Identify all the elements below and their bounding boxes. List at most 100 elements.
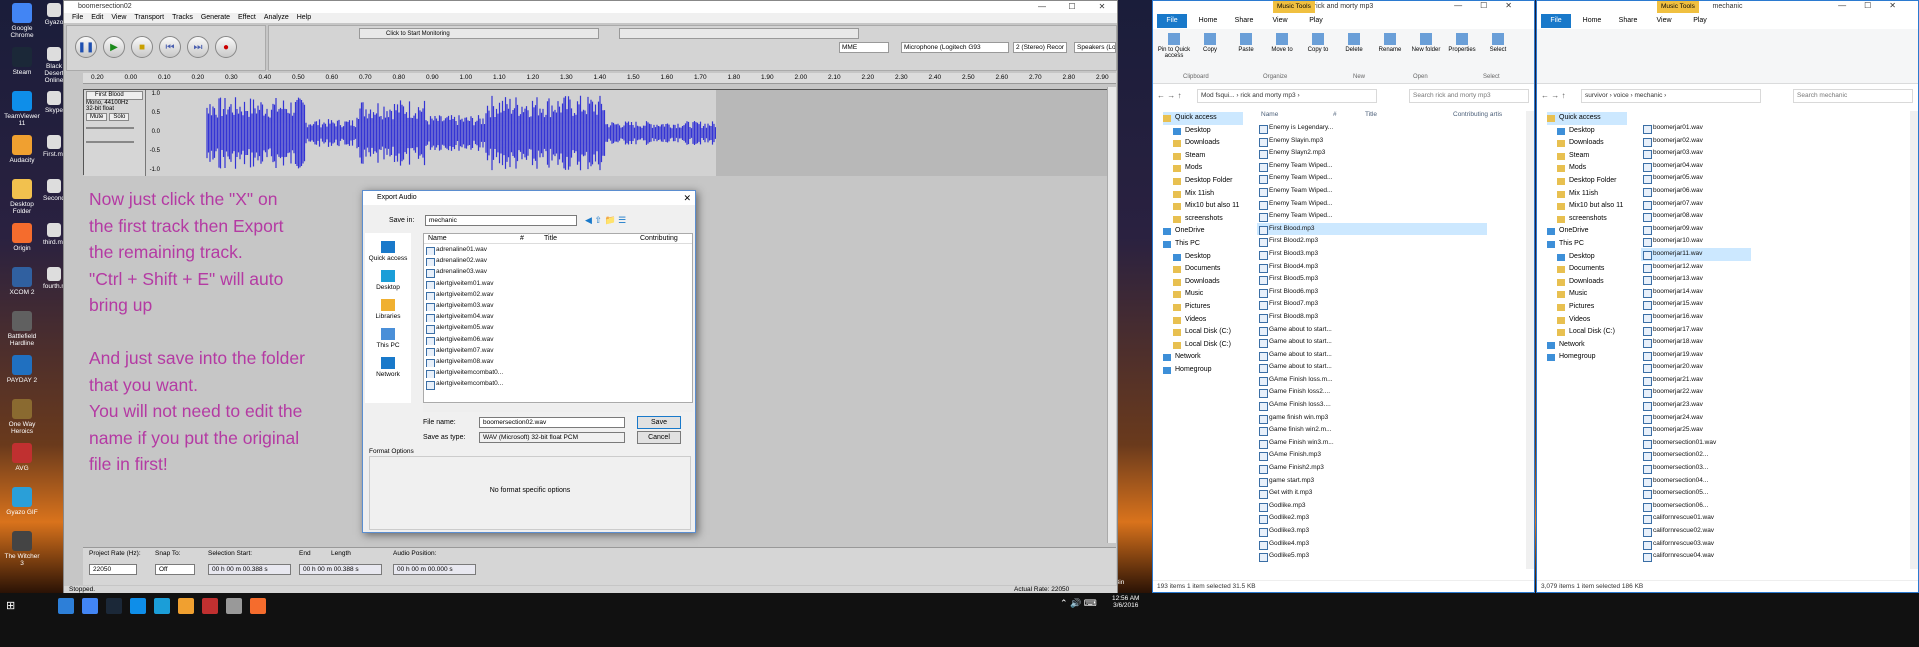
nav-item[interactable]: Mods (1547, 162, 1627, 175)
nav-item[interactable]: OneDrive (1547, 225, 1627, 238)
file-item[interactable]: californrescue02.wav (1641, 525, 1751, 538)
file-item[interactable]: First Blood6.mp3 (1257, 286, 1487, 299)
column-header[interactable]: # (520, 235, 524, 242)
gain-slider[interactable] (86, 127, 134, 129)
edit-tools[interactable] (409, 57, 504, 65)
mute-button[interactable]: Mute (86, 113, 108, 121)
save-button[interactable]: Save (637, 416, 681, 429)
window-controls-icon[interactable]: —☐✕ (1454, 1, 1530, 10)
file-item[interactable]: Enemy Team Wiped... (1257, 185, 1487, 198)
ribbon-button[interactable]: Copy (1193, 33, 1227, 53)
record-meter[interactable]: Click to Start Monitoring (359, 28, 599, 39)
desktop-icon[interactable]: Gyazo (43, 3, 65, 26)
timeline-ruler[interactable]: 0.20 0.00 0.10 0.20 0.30 0.40 0.50 0.60 0.70 0.80… (83, 73, 1116, 84)
file-item[interactable]: boomerjar09.wav (1641, 223, 1751, 236)
file-item[interactable]: Enemy Team Wiped... (1257, 172, 1487, 185)
nav-item[interactable]: Homegroup (1163, 364, 1243, 377)
taskbar-app-icon[interactable] (178, 598, 194, 614)
file-item[interactable]: californrescue03.wav (1641, 538, 1751, 551)
file-item[interactable]: Game Finish2.mp3 (1257, 462, 1487, 475)
file-item[interactable]: game start.mp3 (1257, 475, 1487, 488)
vertical-scrollbar[interactable] (1107, 87, 1116, 543)
column-header[interactable]: Title (1365, 111, 1377, 118)
ribbon-button[interactable]: New folder (1409, 33, 1443, 53)
file-item[interactable]: boomerjar20.wav (1641, 361, 1751, 374)
window-controls-icon[interactable]: —☐✕ (1838, 1, 1914, 10)
file-item[interactable]: alertgiveitem02.wav (424, 289, 692, 301)
file-item[interactable]: Game about to start... (1257, 349, 1487, 362)
taskbar-app-icon[interactable] (106, 598, 122, 614)
desktop-icon[interactable]: TeamViewer 11 (2, 91, 42, 127)
ribbon-tab[interactable]: Play (1685, 14, 1715, 28)
menu-tracks[interactable]: Tracks (172, 13, 193, 23)
nav-item[interactable]: Steam (1547, 150, 1627, 163)
file-item[interactable]: boomerjar22.wav (1641, 386, 1751, 399)
nav-item[interactable]: Desktop (1547, 251, 1627, 264)
maximize-icon[interactable]: ☐ (1057, 1, 1087, 13)
vertical-scrollbar[interactable] (1526, 111, 1534, 569)
file-item[interactable]: boomerjar11.wav (1641, 247, 1751, 261)
file-item[interactable]: boomerjar03.wav (1641, 147, 1751, 160)
desktop-icon[interactable]: Gyazo GIF (2, 487, 42, 516)
snap-select[interactable]: Off (155, 564, 195, 575)
file-item[interactable]: game finish win.mp3 (1257, 412, 1487, 425)
nav-item[interactable]: Downloads (1163, 276, 1243, 289)
desktop-icon[interactable]: PAYDAY 2 (2, 355, 42, 384)
file-item[interactable]: First Blood4.mp3 (1257, 261, 1487, 274)
file-item[interactable]: Enemy Team Wiped... (1257, 160, 1487, 173)
nav-item[interactable]: Videos (1547, 314, 1627, 327)
vertical-scrollbar[interactable] (1910, 111, 1918, 569)
host-select[interactable]: MME (839, 42, 889, 53)
system-tray-icons[interactable]: ⌃ 🔊 ⌨ (1060, 598, 1097, 609)
desktop-icon[interactable]: Google Chrome (2, 3, 42, 39)
nav-item[interactable]: Quick access (1547, 112, 1627, 125)
file-item[interactable]: Game Finish loss2.... (1257, 386, 1487, 399)
nav-item[interactable]: Network (1547, 339, 1627, 352)
nav-item[interactable]: Pictures (1547, 301, 1627, 314)
desktop-icon[interactable]: Steam (2, 47, 42, 76)
nav-arrows-icon[interactable]: ← → ↑ (1157, 91, 1181, 100)
mic-select[interactable]: Microphone (Logitech G93 (901, 42, 1009, 53)
nav-item[interactable]: Documents (1547, 263, 1627, 276)
file-item[interactable]: First Blood.mp3 (1257, 222, 1487, 236)
file-item[interactable]: boomerjar14.wav (1641, 286, 1751, 299)
column-header[interactable]: Name (428, 235, 447, 242)
nav-item[interactable]: Desktop Folder (1547, 175, 1627, 188)
audio-position-field[interactable]: 00 h 00 m 00.000 s (393, 564, 476, 575)
nav-item[interactable]: Quick access (1163, 112, 1243, 125)
taskbar-app-icon[interactable] (82, 598, 98, 614)
file-item[interactable]: Get with it.mp3 (1257, 487, 1487, 500)
file-item[interactable]: GAme Finish loss.m... (1257, 374, 1487, 387)
nav-item[interactable]: Mods (1163, 162, 1243, 175)
file-item[interactable]: boomerjar15.wav (1641, 298, 1751, 311)
file-item[interactable]: boomerjar13.wav (1641, 273, 1751, 286)
play-meter[interactable] (619, 28, 859, 39)
windows-icon[interactable]: ⊞ (6, 599, 15, 612)
menu-generate[interactable]: Generate (201, 13, 230, 23)
nav-item[interactable]: This PC (1163, 238, 1243, 251)
desktop-icon[interactable]: fourth.mp3 (43, 267, 74, 290)
file-item[interactable]: GAme Finish.mp3 (1257, 449, 1487, 462)
nav-item[interactable]: Local Disk (C:) (1163, 326, 1243, 339)
selection-start-field[interactable]: 00 h 00 m 00.388 s (208, 564, 291, 575)
file-item[interactable]: boomerjar16.wav (1641, 311, 1751, 324)
column-header[interactable]: Contributing (640, 235, 678, 242)
file-item[interactable]: adrenaline01.wav (424, 244, 692, 256)
file-item[interactable]: alertgiveitemcombat0... (424, 378, 692, 390)
nav-item[interactable]: Homegroup (1547, 351, 1627, 364)
nav-item[interactable]: Desktop (1163, 125, 1243, 138)
nav-item[interactable]: Desktop (1547, 125, 1627, 138)
audio-track[interactable]: First Blood Mono, 44100Hz 32-bit float M… (83, 89, 1116, 176)
file-item[interactable]: boomerjar06.wav (1641, 185, 1751, 198)
nav-item[interactable]: Network (1163, 351, 1243, 364)
nav-item[interactable]: OneDrive (1163, 225, 1243, 238)
search-input[interactable]: Search rick and morty mp3 (1409, 89, 1529, 103)
file-item[interactable]: alertgiveitem04.wav (424, 311, 692, 323)
file-item[interactable]: Enemy Slayn2.mp3 (1257, 147, 1487, 160)
file-item[interactable]: alertgiveitemcombat0... (424, 367, 692, 379)
breadcrumb-item[interactable]: survivor (1585, 92, 1608, 99)
desktop-icon[interactable]: Skype (43, 91, 65, 114)
nav-item[interactable]: Mix 11ish (1163, 188, 1243, 201)
file-item[interactable]: Game about to start... (1257, 361, 1487, 374)
file-item[interactable]: Game finish win2.m... (1257, 424, 1487, 437)
